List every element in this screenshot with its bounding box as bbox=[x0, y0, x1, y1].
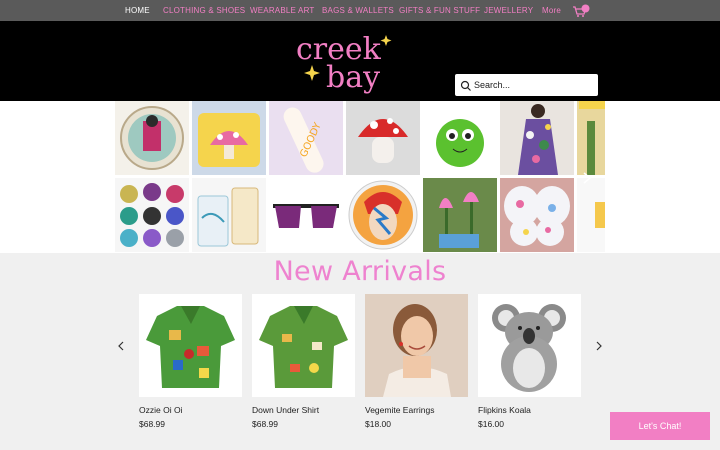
gallery-tile-butterfly-dish[interactable] bbox=[500, 178, 574, 252]
product-name[interactable]: Ozzie Oi Oi bbox=[139, 405, 182, 415]
nav-item-gifts-fun-stuff[interactable]: GIFTS & FUN STUFF bbox=[399, 6, 480, 15]
gallery-tile-red-mushroom-plush[interactable] bbox=[346, 101, 420, 175]
product-name[interactable]: Vegemite Earrings bbox=[365, 405, 434, 415]
product-price: $16.00 bbox=[478, 419, 504, 429]
cart-icon[interactable] bbox=[572, 4, 590, 18]
product-image-ozzie-oi-oi[interactable] bbox=[139, 294, 242, 397]
product-card[interactable]: Ozzie Oi Oi $68.99 bbox=[139, 294, 242, 429]
lets-chat-button[interactable]: Let's Chat! bbox=[610, 412, 710, 440]
product-image-flipkins-koala[interactable] bbox=[478, 294, 581, 397]
product-card[interactable]: Down Under Shirt $68.99 bbox=[252, 294, 355, 429]
product-name[interactable]: Flipkins Koala bbox=[478, 405, 531, 415]
product-price: $68.99 bbox=[252, 419, 278, 429]
top-navigation: HOME CLOTHING & SHOES WEARABLE ART BAGS … bbox=[0, 0, 720, 21]
search-box[interactable] bbox=[455, 74, 598, 96]
gallery-tile-glitter-pots[interactable] bbox=[115, 178, 189, 252]
gallery-tile-gift-boxes[interactable] bbox=[192, 178, 266, 252]
search-input[interactable] bbox=[474, 77, 592, 93]
gallery-tile-floral-dress[interactable] bbox=[500, 101, 574, 175]
nav-item-bags-wallets[interactable]: BAGS & WALLETS bbox=[322, 6, 394, 15]
product-gallery: GOODY bbox=[0, 101, 720, 253]
gallery-tile-yellow-item[interactable] bbox=[577, 178, 605, 252]
nav-item-jewellery[interactable]: JEWELLERY bbox=[484, 6, 533, 15]
product-price: $18.00 bbox=[365, 419, 391, 429]
gallery-tile-bowie-plate[interactable] bbox=[346, 178, 420, 252]
new-arrivals-title: New Arrivals bbox=[273, 256, 447, 287]
site-header: creek bay bbox=[0, 21, 720, 101]
nav-item-home[interactable]: HOME bbox=[125, 6, 150, 15]
carousel-prev-arrow[interactable] bbox=[116, 339, 126, 351]
product-image-down-under-shirt[interactable] bbox=[252, 294, 355, 397]
gallery-tile-goody-bies-keychain[interactable]: GOODY bbox=[269, 101, 343, 175]
nav-item-wearable-art[interactable]: WEARABLE ART bbox=[250, 6, 315, 15]
product-name[interactable]: Down Under Shirt bbox=[252, 405, 319, 415]
gallery-next-arrow[interactable] bbox=[580, 171, 594, 185]
carousel-next-arrow[interactable] bbox=[594, 339, 604, 351]
gallery-tile-purple-sunglasses[interactable] bbox=[269, 178, 343, 252]
gallery-tile-green-monster-plush[interactable] bbox=[423, 101, 497, 175]
cart-count-badge bbox=[581, 4, 590, 13]
creek-bay-logo[interactable]: creek bay bbox=[290, 29, 400, 95]
product-price: $68.99 bbox=[139, 419, 165, 429]
search-icon bbox=[460, 79, 472, 91]
product-card[interactable]: Vegemite Earrings $18.00 bbox=[365, 294, 468, 429]
product-card[interactable]: Flipkins Koala $16.00 bbox=[478, 294, 581, 429]
gallery-tile-mushroom-pouch[interactable] bbox=[192, 101, 266, 175]
nav-item-clothing-shoes[interactable]: CLOTHING & SHOES bbox=[163, 6, 245, 15]
gallery-tile-tulip-pin[interactable] bbox=[423, 178, 497, 252]
gallery-tile-decorative-plate[interactable] bbox=[115, 101, 189, 175]
nav-item-more[interactable]: More bbox=[542, 6, 561, 15]
gallery-tile-cactus-print[interactable] bbox=[577, 101, 605, 175]
svg-text:bay: bay bbox=[326, 60, 380, 95]
product-image-vegemite-earrings[interactable] bbox=[365, 294, 468, 397]
